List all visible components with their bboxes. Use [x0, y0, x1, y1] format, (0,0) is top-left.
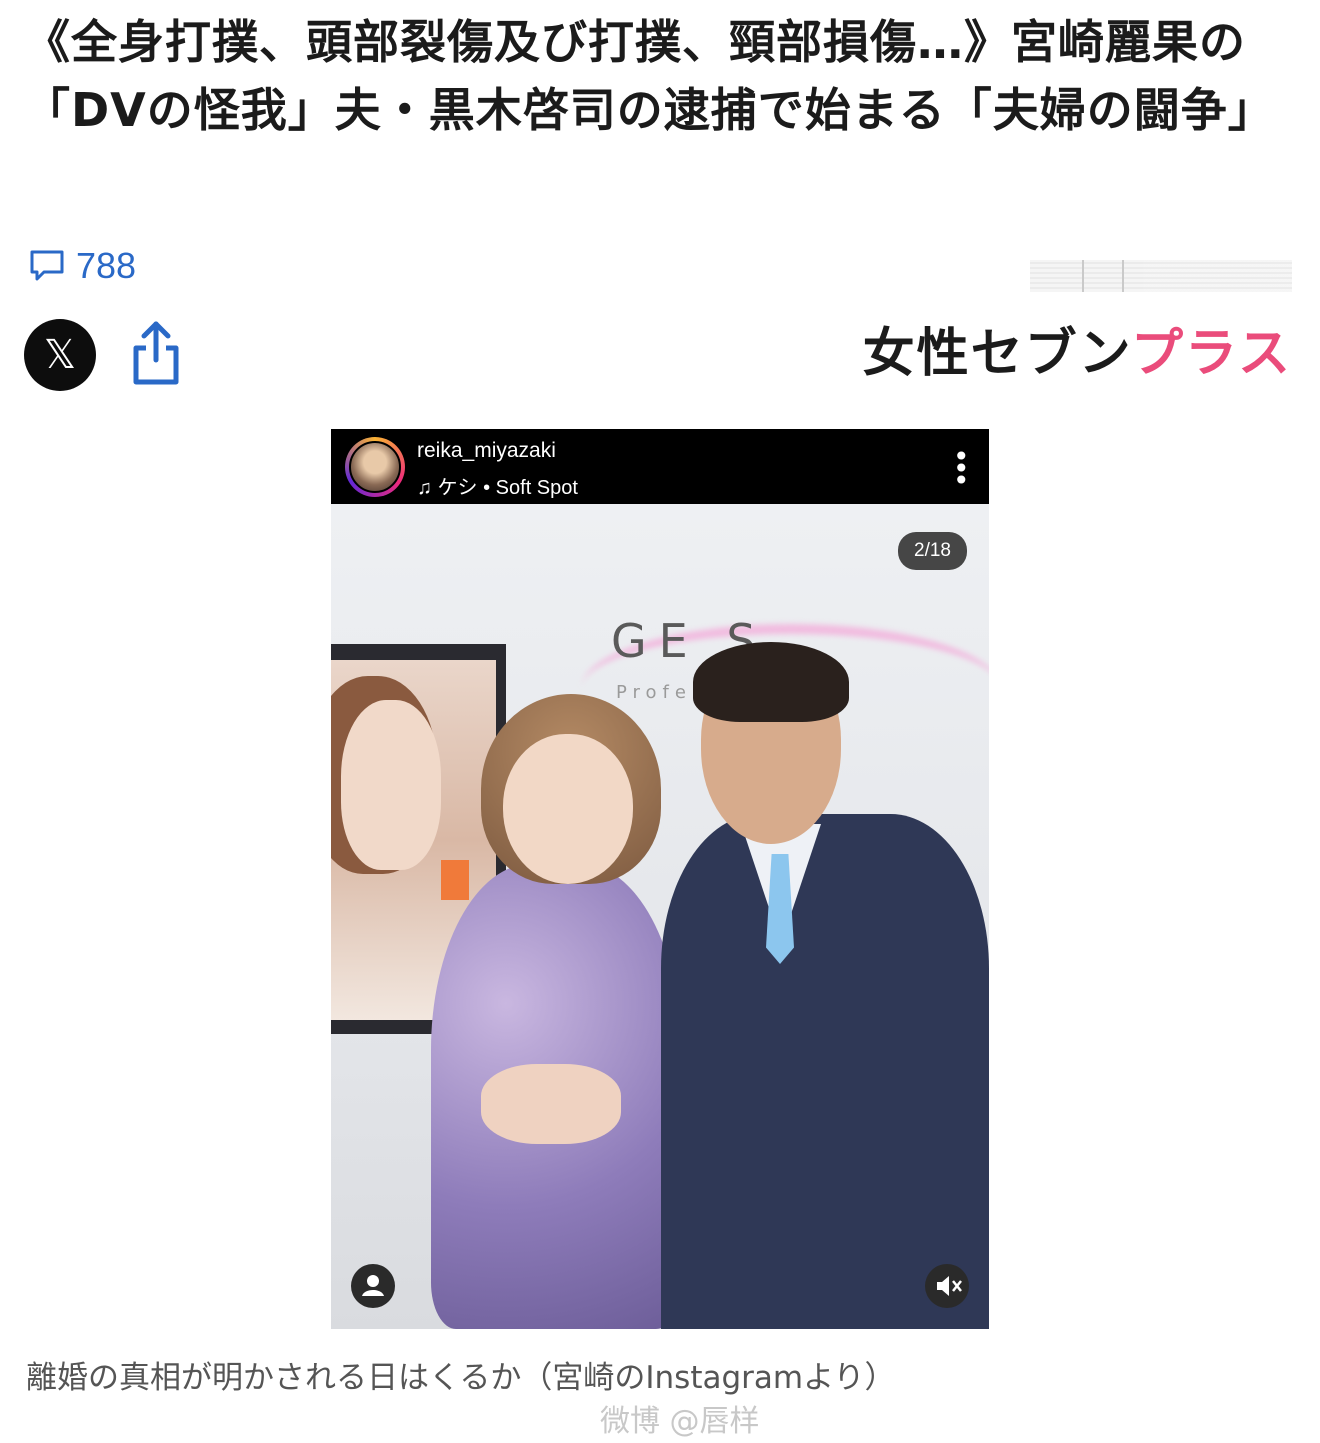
more-vertical-icon: • • •	[953, 440, 970, 497]
watermark: 微博 @唇样	[600, 1404, 760, 1439]
instagram-username: reika_miyazaki	[417, 439, 556, 462]
instagram-music-label: ♫ ケシ • Soft Spot	[417, 477, 578, 499]
avatar	[345, 437, 405, 497]
source-brand-logo[interactable]: 女性セブンプラス	[863, 322, 1292, 386]
comment-count: 788	[76, 245, 137, 286]
ad-placeholder	[1030, 260, 1292, 292]
share-icon[interactable]	[128, 318, 184, 388]
x-logo-icon: 𝕏	[43, 333, 77, 377]
profile-icon	[351, 1264, 395, 1308]
photo-scene: GE S Profe 2/18	[331, 504, 989, 1329]
article-photo: reika_miyazaki ♫ ケシ • Soft Spot • • • GE S…	[331, 429, 989, 1329]
comment-icon	[30, 250, 64, 281]
share-x-button[interactable]: 𝕏	[24, 319, 96, 391]
man-figure	[661, 814, 989, 1329]
instagram-header: reika_miyazaki ♫ ケシ • Soft Spot • • •	[331, 429, 989, 504]
photo-caption: 離婚の真相が明かされる日はくるか（宮崎のInstagramより）	[26, 1360, 896, 1396]
slide-counter: 2/18	[898, 532, 967, 570]
background-sign-sub: Profe	[616, 682, 692, 703]
brand-name-dark: 女性セブン	[862, 324, 1132, 384]
article-headline: 《全身打撲、頭部裂傷及び打撲、頸部損傷…》宮崎麗果の「DVの怪我」夫・黒木啓司の…	[24, 15, 1275, 137]
mute-icon	[925, 1264, 969, 1308]
brand-name-pink: プラス	[1131, 324, 1292, 384]
comments-link[interactable]: 788	[28, 242, 136, 290]
